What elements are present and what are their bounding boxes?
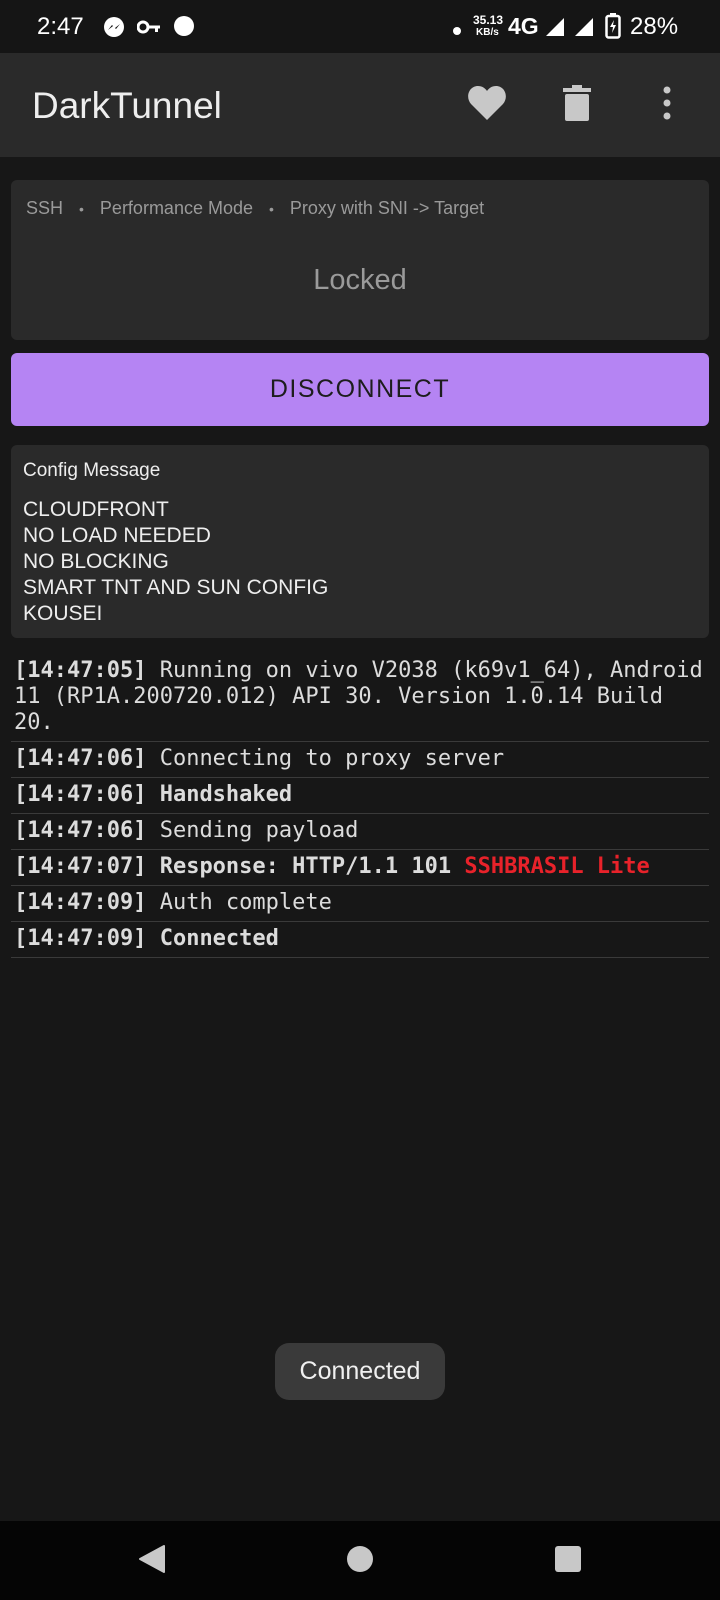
system-nav-bar	[0, 1521, 720, 1600]
log-entry: [14:47:07] Response: HTTP/1.1 101 SSHBRA…	[11, 850, 709, 886]
messenger-icon	[103, 16, 125, 43]
log-entry: [14:47:06] Sending payload	[11, 814, 709, 850]
config-message-line: KOUSEI	[23, 602, 103, 625]
home-icon	[346, 1545, 374, 1578]
log-entry: [14:47:06] Connecting to proxy server	[11, 742, 709, 778]
log-entry: [14:47:09] Connected	[11, 922, 709, 958]
trash-icon	[563, 84, 591, 126]
dot-icon	[173, 15, 195, 42]
log-server-banner: SSHBRASIL Lite	[464, 854, 650, 879]
status-time: 2:47	[37, 13, 84, 40]
network-type: 4G	[508, 13, 539, 39]
log-message: Handshaked	[159, 782, 293, 807]
tag-proxy: Proxy with SNI -> Target	[289, 198, 485, 218]
log-message: Auth complete	[159, 890, 332, 915]
log-timestamp: [14:47:06]	[14, 782, 147, 807]
log-timestamp: [14:47:09]	[14, 890, 147, 915]
log-timestamp: [14:47:06]	[14, 746, 147, 771]
connection-log[interactable]: [14:47:05] Running on vivo V2038 (k69v1_…	[11, 654, 709, 958]
favorite-button[interactable]	[462, 80, 512, 130]
log-timestamp: [14:47:07]	[14, 854, 147, 879]
app-bar: DarkTunnel	[0, 53, 720, 157]
config-tags: SSH • Performance Mode • Proxy with SNI …	[26, 198, 484, 219]
log-timestamp: [14:47:06]	[14, 818, 147, 843]
tag-separator: •	[79, 200, 84, 217]
nav-recents-button[interactable]	[546, 1539, 590, 1583]
battery-percent: 28%	[630, 13, 679, 40]
log-entry: [14:47:09] Auth complete	[11, 886, 709, 922]
net-speed-value: 35.13	[473, 13, 504, 27]
log-timestamp: [14:47:09]	[14, 926, 147, 951]
heart-icon	[467, 85, 507, 126]
key-icon	[136, 19, 161, 40]
log-entry: [14:47:06] Handshaked	[11, 778, 709, 814]
tag-protocol: SSH	[26, 198, 64, 218]
battery-icon	[605, 13, 621, 44]
delete-button[interactable]	[552, 80, 602, 130]
net-speed-unit: KB/s	[476, 27, 499, 38]
config-message-line: SMART TNT AND SUN CONFIG	[23, 576, 329, 599]
config-message-body: CLOUDFRONT NO LOAD NEEDED NO BLOCKING SM…	[23, 497, 328, 627]
nav-back-button[interactable]	[130, 1539, 174, 1583]
config-message-line: NO LOAD NEEDED	[23, 524, 211, 547]
signal-icon	[544, 16, 566, 43]
app-title: DarkTunnel	[32, 85, 222, 126]
config-state: Locked	[313, 264, 407, 296]
tag-separator: •	[269, 200, 274, 217]
nav-home-button[interactable]	[338, 1539, 382, 1583]
config-card[interactable]: SSH • Performance Mode • Proxy with SNI …	[11, 180, 709, 340]
tag-mode: Performance Mode	[99, 198, 253, 218]
back-icon	[138, 1544, 166, 1579]
log-message: Response: HTTP/1.1 101	[159, 854, 452, 879]
more-vert-icon	[662, 86, 672, 125]
config-message-line: NO BLOCKING	[23, 550, 169, 573]
log-message: Sending payload	[159, 818, 359, 843]
config-message-card: Config Message CLOUDFRONT NO LOAD NEEDED…	[11, 445, 709, 638]
log-entry: [14:47:05] Running on vivo V2038 (k69v1_…	[11, 654, 709, 742]
toast-message: Connected	[275, 1343, 445, 1400]
more-options-button[interactable]	[642, 80, 692, 130]
notification-dot-icon	[453, 22, 461, 40]
log-message: Connecting to proxy server	[159, 746, 505, 771]
disconnect-button[interactable]: DISCONNECT	[11, 353, 709, 426]
config-message-line: CLOUDFRONT	[23, 498, 169, 521]
log-message: Connected	[159, 926, 279, 951]
config-message-title: Config Message	[23, 460, 161, 481]
recents-icon	[554, 1545, 582, 1578]
signal-icon-2	[573, 16, 595, 43]
log-timestamp: [14:47:05]	[14, 658, 147, 683]
status-bar: 2:47 35.13 KB/s 4G 28%	[0, 0, 720, 53]
